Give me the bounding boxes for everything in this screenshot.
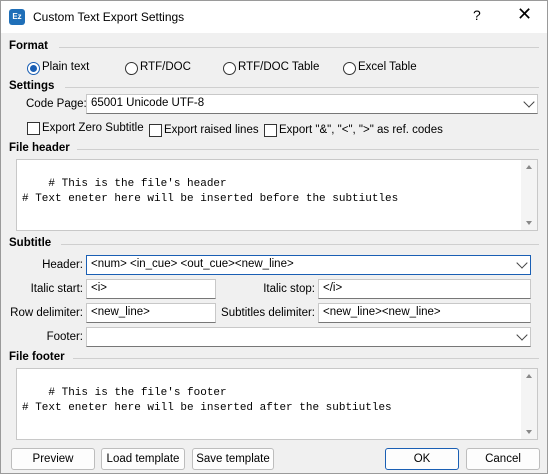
export-ref-codes-label[interactable]: Export "&", "<", ">" as ref. codes [279,124,443,136]
export-raised-lines-label[interactable]: Export raised lines [164,124,259,136]
scroll-up-icon[interactable] [526,374,532,378]
section-format: Format [9,40,48,52]
italic-stop-input[interactable]: </i> [318,279,531,299]
export-zero-subtitle-checkbox[interactable] [27,122,40,135]
radio-excel-table[interactable] [343,62,356,75]
radio-rtf-doc-table-label[interactable]: RTF/DOC Table [238,61,319,73]
save-template-button[interactable]: Save template [192,448,274,470]
file-footer-text: # This is the file's footer # Text enete… [22,387,392,414]
header-value: <num> <in_cue> <out_cue><new_line> [91,258,294,270]
radio-rtf-doc-table[interactable] [223,62,236,75]
file-footer-textarea[interactable]: # This is the file's footer # Text enete… [16,368,538,440]
scroll-up-icon[interactable] [526,165,532,169]
row-delimiter-label: Row delimiter: [10,307,83,319]
section-settings: Settings [9,80,55,92]
ok-button[interactable]: OK [385,448,459,470]
row-delimiter-input[interactable]: <new_line> [86,303,216,323]
header-label: Header: [42,259,83,271]
radio-excel-table-label[interactable]: Excel Table [358,61,417,73]
preview-button[interactable]: Preview [11,448,95,470]
radio-plain-text[interactable] [27,62,40,75]
file-header-textarea[interactable]: # This is the file's header # Text enete… [16,159,538,231]
italic-start-input[interactable]: <i> [86,279,216,299]
footer-select[interactable] [86,327,531,347]
load-template-button[interactable]: Load template [101,448,185,470]
section-file-footer: File footer [9,351,65,363]
chevron-down-icon [516,257,528,269]
chevron-down-icon [523,96,535,108]
radio-rtf-doc-label[interactable]: RTF/DOC [140,61,191,73]
italic-stop-label: Italic stop: [263,283,315,295]
divider [59,47,539,48]
cancel-button[interactable]: Cancel [466,448,540,470]
export-ref-codes-checkbox[interactable] [264,124,277,137]
section-file-header: File header [9,142,70,154]
chevron-down-icon [516,329,528,341]
help-icon[interactable]: ? [473,7,481,23]
divider [61,244,539,245]
footer-label: Footer: [46,331,83,343]
section-subtitle: Subtitle [9,237,52,249]
app-icon: Ez [9,9,25,25]
window-title: Custom Text Export Settings [33,10,185,24]
file-header-text: # This is the file's header # Text enete… [22,178,399,205]
dialog-window: Ez Custom Text Export Settings ? ✕ Forma… [0,0,548,474]
scrollbar[interactable] [521,160,537,230]
export-raised-lines-checkbox[interactable] [149,124,162,137]
close-icon[interactable]: ✕ [517,4,532,25]
divider [73,358,539,359]
divider [65,87,539,88]
code-page-label: Code Page: [26,98,87,110]
scroll-down-icon[interactable] [526,430,532,434]
radio-plain-text-label[interactable]: Plain text [42,61,89,73]
subtitles-delimiter-input[interactable]: <new_line><new_line> [318,303,531,323]
code-page-select[interactable]: 65001 Unicode UTF-8 [86,94,538,114]
export-zero-subtitle-label[interactable]: Export Zero Subtitle [42,122,144,134]
subtitles-delimiter-label: Subtitles delimiter: [221,307,315,319]
divider [77,149,539,150]
header-select[interactable]: <num> <in_cue> <out_cue><new_line> [86,255,531,275]
radio-rtf-doc[interactable] [125,62,138,75]
scrollbar[interactable] [521,369,537,439]
italic-start-label: Italic start: [30,283,83,295]
scroll-down-icon[interactable] [526,221,532,225]
title-bar: Ez Custom Text Export Settings ? ✕ [1,1,547,33]
code-page-value: 65001 Unicode UTF-8 [91,97,205,109]
